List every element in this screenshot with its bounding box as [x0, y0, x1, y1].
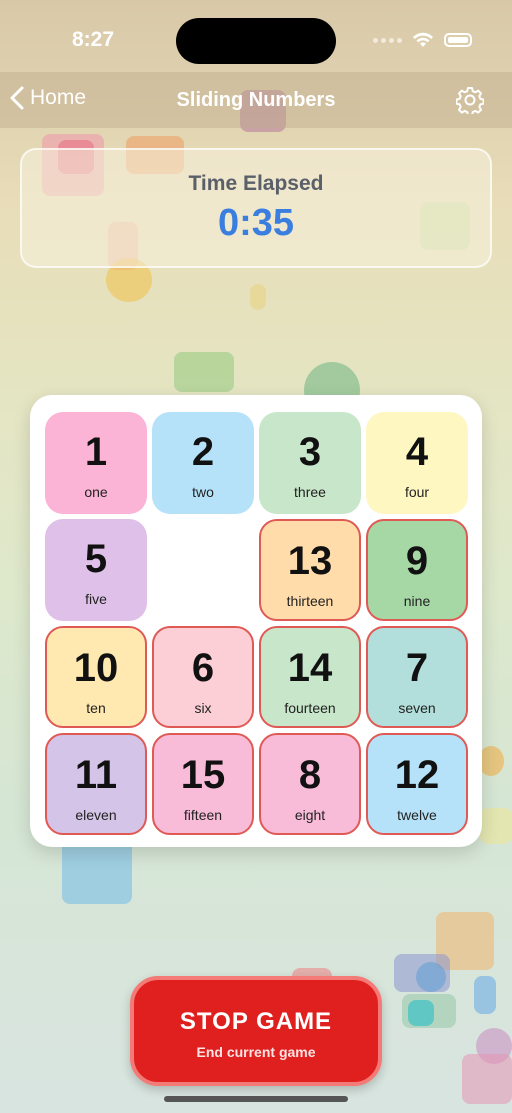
tile-number: 1 [84, 430, 108, 474]
tile-number: 12 [394, 753, 440, 797]
puzzle-board: 1 one 2 two 3 three 4 four 5 five 13 thirteen 9 nine 1… [30, 395, 482, 847]
puzzle-tile[interactable]: 11 eleven [45, 733, 147, 835]
puzzle-tile[interactable]: 3 three [259, 412, 361, 514]
puzzle-tile[interactable]: 6 six [152, 626, 254, 728]
tile-word: twelve [397, 807, 437, 823]
tile-word: ten [86, 700, 106, 716]
empty-slot [152, 519, 254, 621]
dynamic-island [176, 18, 336, 64]
cellular-signal-icon [373, 37, 402, 43]
tile-number: 11 [74, 753, 118, 797]
navigation-bar: Home Sliding Numbers [0, 72, 512, 128]
page-title: Sliding Numbers [176, 89, 336, 111]
tile-word: five [85, 591, 107, 607]
tile-word: two [192, 484, 214, 500]
tile-word: fourteen [284, 700, 336, 716]
puzzle-tile[interactable]: 2 two [152, 412, 254, 514]
settings-button[interactable] [455, 86, 485, 119]
puzzle-tile[interactable]: 1 one [45, 412, 147, 514]
tile-word: three [294, 484, 326, 500]
tile-word: six [194, 700, 212, 716]
tile-number: 2 [191, 430, 215, 474]
tile-word: nine [403, 593, 431, 609]
tile-number: 8 [298, 753, 322, 797]
tile-number: 9 [405, 539, 429, 583]
puzzle-tile[interactable]: 8 eight [259, 733, 361, 835]
battery-icon [444, 33, 472, 47]
stop-game-title: STOP GAME [179, 1008, 333, 1035]
status-time: 8:27 [72, 28, 115, 51]
tile-number: 15 [180, 753, 226, 797]
timer-label: Time Elapsed [188, 172, 324, 195]
tile-word: one [84, 484, 108, 500]
tile-number: 5 [84, 537, 108, 581]
puzzle-tile[interactable]: 12 twelve [366, 733, 468, 835]
tile-number: 3 [298, 430, 322, 474]
wifi-icon [413, 32, 433, 47]
tile-word: four [404, 484, 430, 500]
tile-word: fifteen [183, 807, 223, 823]
stop-game-button[interactable]: STOP GAME End current game [130, 976, 382, 1086]
tile-word: eleven [75, 807, 117, 823]
puzzle-tile[interactable]: 15 fifteen [152, 733, 254, 835]
tile-word: seven [398, 700, 436, 716]
puzzle-tile[interactable]: 5 five [45, 519, 147, 621]
tile-number: 6 [191, 646, 215, 690]
status-bar: 8:27 [0, 0, 512, 80]
home-indicator [164, 1096, 348, 1102]
tile-number: 10 [73, 646, 119, 690]
tile-number: 4 [405, 430, 429, 474]
puzzle-tile[interactable]: 10 ten [45, 626, 147, 728]
gear-icon [455, 87, 485, 117]
puzzle-tile[interactable]: 13 thirteen [259, 519, 361, 621]
timer-card: Time Elapsed 0:35 [20, 148, 492, 268]
puzzle-tile[interactable]: 4 four [366, 412, 468, 514]
stop-game-subtitle: End current game [196, 1044, 316, 1060]
status-icons [373, 32, 472, 48]
tile-word: thirteen [286, 593, 334, 609]
tile-number: 7 [405, 646, 429, 690]
puzzle-tile[interactable]: 14 fourteen [259, 626, 361, 728]
puzzle-tile[interactable]: 7 seven [366, 626, 468, 728]
tile-number: 14 [287, 646, 333, 690]
puzzle-tile[interactable]: 9 nine [366, 519, 468, 621]
tile-word: eight [294, 807, 326, 823]
timer-value: 0:35 [217, 202, 295, 244]
tile-number: 13 [287, 539, 333, 583]
